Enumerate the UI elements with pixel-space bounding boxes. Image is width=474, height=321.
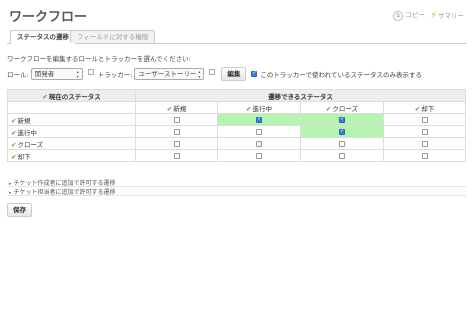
tracker-all-toggle-icon[interactable]: [209, 69, 216, 75]
transition-cell: [135, 149, 218, 162]
check-icon: ✔: [42, 92, 48, 101]
used-only-label: このトラッカーで使われているステータスのみ表示する: [260, 71, 422, 79]
divider: [7, 195, 466, 196]
transition-checkbox[interactable]: [173, 140, 180, 147]
transition-checkbox[interactable]: [421, 140, 428, 147]
transition-cell: [135, 125, 218, 138]
corner-cell: [7, 101, 136, 114]
copy-link[interactable]: ⧉ コピー: [393, 9, 425, 21]
transition-checkbox[interactable]: [173, 128, 180, 135]
transition-cell: [135, 137, 218, 150]
tab-status-transitions[interactable]: ステータスの遷移: [10, 30, 76, 44]
tab-field-permissions[interactable]: フィールドに対する権限: [70, 30, 156, 43]
transition-cell: [383, 125, 466, 138]
check-icon: ✔: [166, 104, 173, 113]
save-button[interactable]: 保存: [7, 203, 32, 217]
role-all-toggle-icon[interactable]: [87, 69, 94, 75]
transition-cell: [300, 149, 384, 162]
copy-icon: ⧉: [393, 11, 404, 21]
transition-checkbox[interactable]: [339, 116, 345, 123]
row-header-rejected[interactable]: ✔却下: [7, 149, 136, 162]
transition-cell: [217, 137, 301, 150]
row-header-new[interactable]: ✔新規: [7, 113, 136, 126]
transition-cell: [383, 137, 466, 150]
row-header-in-progress[interactable]: ✔進行中: [7, 125, 136, 138]
check-icon: ✔: [11, 152, 17, 161]
transition-checkbox[interactable]: [339, 140, 345, 147]
edit-button[interactable]: 編集: [221, 67, 247, 81]
check-icon: ✔: [11, 128, 17, 137]
workflow-description: ワークフローを編集するロールとトラッカーを選んでください:: [7, 55, 191, 63]
table-row: ✔進行中: [7, 125, 466, 138]
transition-cell: [300, 137, 384, 150]
page-title: ワークフロー: [9, 10, 88, 25]
transition-cell: [300, 125, 384, 138]
transition-cell: [217, 113, 301, 126]
transition-checkbox[interactable]: [421, 152, 428, 159]
check-icon: ✔: [246, 104, 252, 113]
transition-checkbox[interactable]: [256, 116, 262, 123]
table-row: ✔却下: [7, 149, 466, 162]
transition-cell: [217, 149, 301, 162]
column-header-rejected[interactable]: ✔却下: [383, 101, 466, 114]
column-header-new[interactable]: ✔新規: [135, 101, 218, 114]
role-select[interactable]: 開発者: [30, 68, 83, 80]
column-header-closed[interactable]: ✔クローズ: [300, 101, 384, 114]
current-status-header[interactable]: ✔現在のステータス: [7, 89, 136, 102]
transition-table: ✔現在のステータス 遷移できるステータス ✔新規 ✔進行中 ✔クローズ ✔却下 …: [7, 89, 466, 162]
check-icon: ✔: [414, 104, 421, 113]
tracker-label: トラッカー:: [97, 71, 133, 79]
transition-cell: [383, 113, 466, 126]
role-label: ロール:: [7, 71, 29, 79]
transition-cell: [383, 149, 466, 162]
table-row: ✔クローズ: [7, 137, 466, 150]
transition-checkbox[interactable]: [256, 140, 262, 147]
table-row: ✔新規: [7, 113, 466, 126]
check-icon: ✔: [325, 104, 332, 113]
used-only-checkbox[interactable]: [251, 70, 258, 77]
transition-cell: [135, 113, 218, 126]
transition-checkbox[interactable]: [256, 152, 262, 159]
column-header-in-progress[interactable]: ✔進行中: [217, 101, 301, 114]
check-icon: ✔: [11, 140, 17, 149]
check-icon: ✔: [11, 116, 17, 125]
tab-bar: ステータスの遷移 フィールドに対する権限: [7, 30, 467, 44]
save-button-wrap: 保存: [7, 203, 32, 217]
transition-cell: [300, 113, 384, 126]
summary-link[interactable]: ⚡サマリー: [431, 10, 464, 21]
transition-checkbox[interactable]: [421, 128, 428, 135]
transition-checkbox[interactable]: [173, 152, 180, 159]
transition-checkbox[interactable]: [421, 116, 428, 123]
allowed-status-header: 遷移できるステータス: [135, 89, 466, 102]
lightning-icon: ⚡: [430, 10, 437, 21]
transition-checkbox[interactable]: [339, 128, 345, 135]
workflow-filter: ロール: 開発者 トラッカー: ユーザーストーリー 編集 このトラッカーで使われ…: [7, 67, 422, 81]
row-header-closed[interactable]: ✔クローズ: [7, 137, 136, 150]
transition-checkbox[interactable]: [256, 128, 262, 135]
context-menu: ⧉ コピー ⚡サマリー: [393, 9, 464, 21]
transition-cell: [217, 125, 301, 138]
tracker-select[interactable]: ユーザーストーリー: [134, 68, 205, 80]
transition-checkbox[interactable]: [339, 152, 345, 159]
transition-checkbox[interactable]: [173, 116, 180, 123]
